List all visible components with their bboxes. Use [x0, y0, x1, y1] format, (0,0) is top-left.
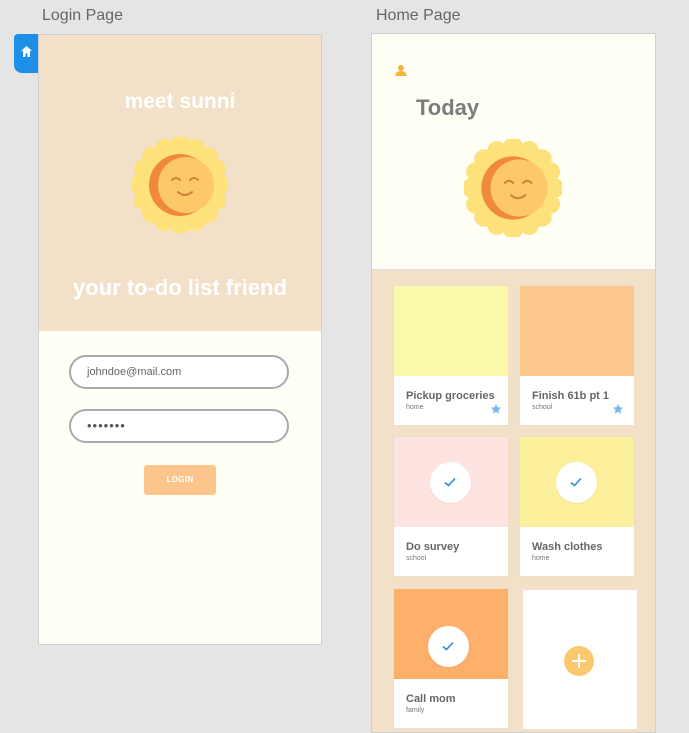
task-card-color — [520, 286, 634, 376]
person-icon[interactable] — [395, 64, 407, 76]
home-tab[interactable] — [14, 34, 39, 73]
task-card[interactable]: Call mom family — [394, 589, 508, 728]
task-tag: home — [406, 404, 424, 411]
task-title: Finish 61b pt 1 — [532, 390, 610, 402]
check-button[interactable] — [428, 626, 469, 667]
task-tag: school — [406, 555, 427, 562]
email-field[interactable]: johndoe@mail.com — [69, 355, 289, 389]
task-title: Call mom — [406, 693, 456, 705]
task-card-color — [394, 437, 508, 527]
checkmark-icon — [444, 477, 456, 487]
tagline: your to-do list friend — [73, 275, 287, 300]
task-title: Do survey — [406, 541, 460, 553]
plus-icon[interactable] — [564, 646, 594, 676]
checkmark-icon — [570, 477, 582, 487]
task-tag: school — [532, 404, 553, 411]
task-title: Pickup groceries — [406, 390, 495, 402]
add-task-card[interactable] — [523, 590, 637, 729]
check-button[interactable] — [430, 462, 471, 503]
page-title: Today — [416, 95, 480, 120]
home-header: Today — [372, 34, 655, 270]
task-card[interactable]: Pickup groceries home — [394, 286, 508, 425]
star-icon[interactable] — [612, 403, 624, 415]
task-tag: home — [532, 555, 550, 562]
home-page: Today Pickup groceries home Finish 61b p… — [371, 33, 656, 733]
check-button[interactable] — [556, 462, 597, 503]
home-icon — [21, 46, 32, 57]
password-field[interactable]: ••••••• — [69, 409, 289, 443]
login-page-label: Login Page — [42, 7, 123, 24]
brand-title: meet sunni — [124, 90, 236, 113]
sun-mascot-icon — [132, 137, 228, 233]
task-card[interactable]: Wash clothes home — [520, 437, 634, 576]
checkmark-icon — [442, 641, 454, 651]
sun-mascot-icon — [464, 139, 562, 237]
login-button[interactable]: LOGIN — [144, 465, 216, 495]
task-card[interactable]: Do survey school — [394, 437, 508, 576]
task-tag: family — [406, 707, 425, 714]
task-card-color — [394, 286, 508, 376]
star-icon[interactable] — [490, 403, 502, 415]
task-title: Wash clothes — [532, 541, 603, 553]
task-card-color — [394, 589, 508, 679]
task-card[interactable]: Finish 61b pt 1 school — [520, 286, 634, 425]
login-header: meet sunni your to-do list friend — [39, 35, 321, 331]
login-page: meet sunni your to-do list friend johndo… — [38, 34, 322, 645]
home-page-label: Home Page — [376, 7, 461, 24]
task-card-color — [520, 437, 634, 527]
